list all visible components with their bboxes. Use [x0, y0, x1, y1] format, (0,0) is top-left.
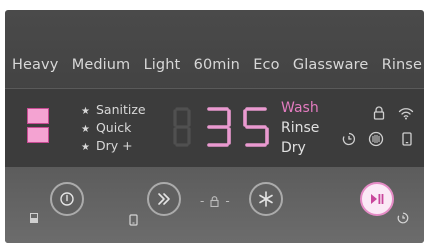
phone-icon — [402, 132, 412, 146]
stage-rinse: Rinse — [281, 120, 320, 136]
program-list: Heavy Medium Light 60min Eco Glassware R… — [5, 50, 424, 80]
control-panel: Heavy Medium Light 60min Eco Glassware R… — [5, 10, 424, 243]
power-icon — [60, 192, 74, 206]
child-lock-hint: - - — [200, 194, 230, 208]
start-pause-button[interactable] — [360, 182, 394, 216]
status-display: ★Sanitize ★Quick ★Dry + 35 Wash Rinse Dr… — [5, 89, 424, 167]
star-icon — [259, 191, 273, 207]
play-pause-icon — [371, 194, 384, 204]
wifi-icon — [398, 108, 414, 120]
rinse-aid-icon — [368, 131, 384, 147]
stage-list: Wash Rinse Dry — [281, 98, 319, 158]
remote-phone-icon — [129, 214, 138, 226]
program-rinse[interactable]: Rinse — [382, 57, 422, 73]
level-indicator-icon — [27, 108, 49, 144]
option-sanitize: ★ Sanitize — [81, 102, 146, 117]
power-button[interactable] — [50, 182, 84, 216]
program-select-button[interactable] — [147, 182, 181, 216]
star-icon: ★ — [81, 124, 90, 135]
program-glassware[interactable]: Glassware — [293, 57, 368, 73]
delay-start-icon — [397, 212, 409, 224]
star-icon: ★ — [81, 106, 90, 117]
button-row: - - — [5, 167, 424, 243]
delay-timer-icon — [342, 132, 355, 146]
lock-icon — [210, 195, 219, 207]
fast-forward-icon — [158, 193, 170, 205]
stage-dry: Dry — [281, 140, 306, 156]
program-medium[interactable]: Medium — [72, 57, 131, 73]
option-quick: ★ Quick — [81, 120, 132, 135]
program-light[interactable]: Light — [144, 57, 181, 73]
option-dry-plus: ★ Dry + — [81, 138, 133, 153]
program-heavy[interactable]: Heavy — [12, 57, 58, 73]
lock-icon — [373, 106, 385, 120]
option-button[interactable] — [249, 182, 283, 216]
option-list: ★ Sanitize ★ Quick ★ Dry + — [81, 101, 146, 155]
program-60min[interactable]: 60min — [194, 57, 240, 73]
time-display: 35 — [171, 103, 281, 153]
program-eco[interactable]: Eco — [253, 57, 279, 73]
standby-indicator-icon — [30, 213, 38, 223]
star-icon: ★ — [81, 142, 90, 153]
stage-wash: Wash — [281, 100, 319, 116]
